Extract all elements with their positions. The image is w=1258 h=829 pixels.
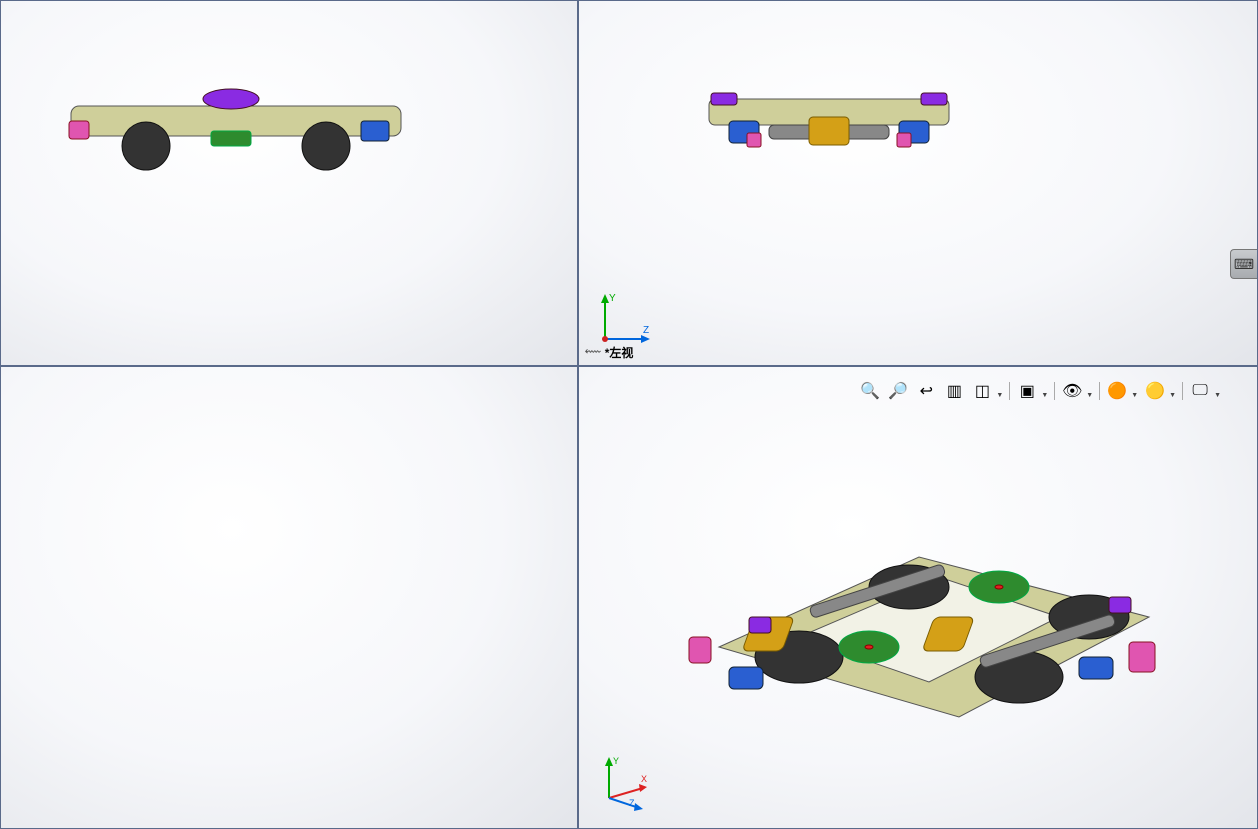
viewport-left[interactable]: Y Z ⬳ *左视 ⌨: [578, 0, 1258, 366]
view-label-text: *左视: [605, 344, 634, 361]
view-label-left: ⬳ *左视: [585, 344, 633, 361]
axis-label-y: Y: [613, 756, 619, 766]
axis-label-y: Y: [609, 293, 616, 304]
viewport-isometric[interactable]: 🔍 🔎 ↩ ▥ ◫▼ ▣▼ 👁▼ 🟠▼ 🟡▼ 🖵▼: [578, 366, 1258, 829]
viewport-grid: Y Z ⬳ *左视 ⌨: [0, 0, 1258, 829]
viewport-left-canvas[interactable]: Y Z: [579, 1, 1257, 365]
viewport-top-canvas[interactable]: [1, 367, 577, 828]
bogie-isometric-view: [659, 467, 1179, 747]
bogie-left-view: [699, 81, 959, 161]
viewport-front-canvas[interactable]: [1, 1, 577, 365]
axis-triad-iso-view: Y X Z: [595, 752, 655, 812]
link-icon: ⬳: [585, 346, 601, 359]
taskpane-tab-icon: ⌨: [1234, 256, 1254, 273]
viewport-top[interactable]: [0, 366, 578, 829]
bogie-side-view: [61, 81, 411, 171]
viewport-iso-canvas[interactable]: Y X Z: [579, 367, 1257, 828]
taskpane-tab[interactable]: ⌨: [1230, 249, 1257, 279]
axis-label-z: Z: [629, 798, 635, 808]
axis-label-z: Z: [643, 325, 649, 336]
axis-label-x: X: [641, 774, 647, 784]
viewport-front[interactable]: [0, 0, 578, 366]
axis-triad-left-view: Y Z: [595, 289, 655, 349]
